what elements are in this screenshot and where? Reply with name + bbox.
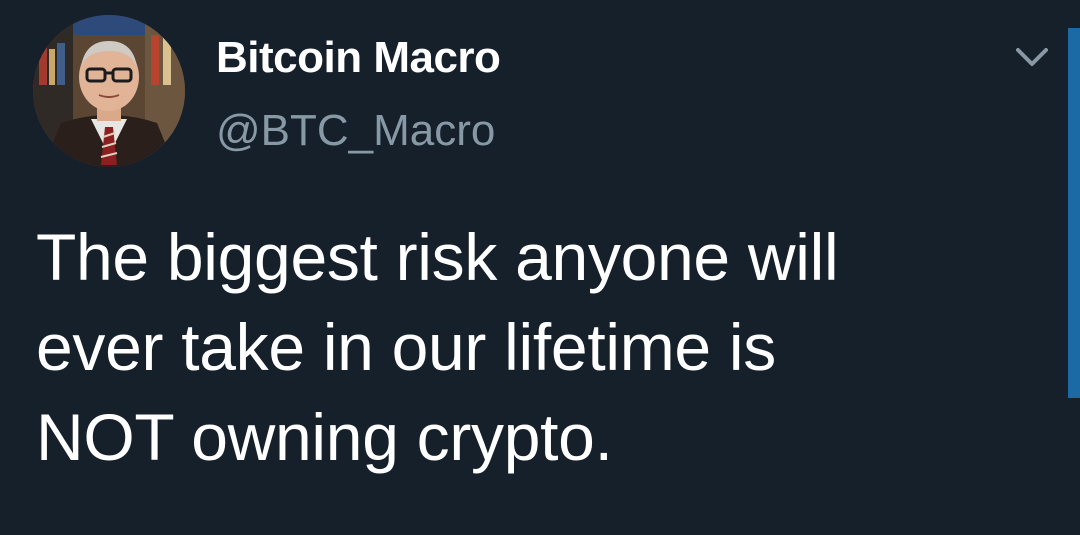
- author-display-name[interactable]: Bitcoin Macro: [216, 32, 501, 84]
- tweet-card: Bitcoin Macro @BTC_Macro The biggest ris…: [0, 0, 1080, 535]
- tweet-text-line: NOT owning crypto.: [36, 400, 613, 474]
- tweet-text-line: ever take in our lifetime is: [36, 310, 776, 384]
- avatar[interactable]: [33, 15, 185, 167]
- avatar-photo: [33, 15, 185, 167]
- author-handle[interactable]: @BTC_Macro: [216, 105, 495, 157]
- chevron-down-icon[interactable]: [1014, 44, 1050, 70]
- tweet-text: The biggest risk anyone will ever take i…: [36, 212, 1046, 482]
- tweet-text-line: The biggest risk anyone will: [36, 220, 839, 294]
- scroll-indicator: [1068, 28, 1080, 398]
